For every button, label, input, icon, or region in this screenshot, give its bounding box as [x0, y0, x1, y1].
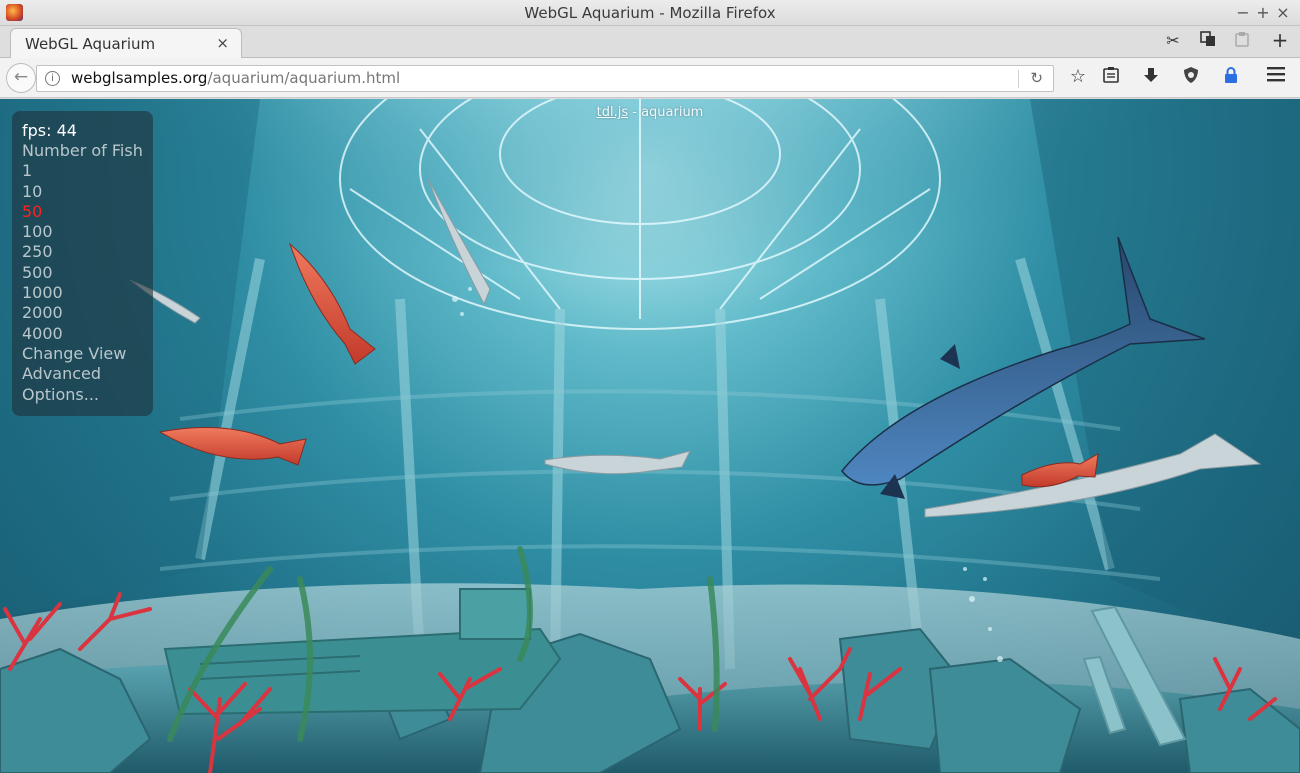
maximize-icon[interactable]: + [1254, 3, 1272, 22]
fish-option-4000[interactable]: 4000 [22, 324, 143, 344]
info-icon[interactable]: i [45, 71, 60, 86]
lock-icon[interactable] [1219, 66, 1243, 89]
fish-option-100[interactable]: 100 [22, 222, 143, 242]
reader-icon[interactable] [1099, 66, 1123, 89]
copy-icon[interactable] [1198, 31, 1218, 51]
fish-count-menu: fps: 44 Number of Fish 1 10 50 100 250 5… [12, 111, 153, 416]
minimize-icon[interactable]: − [1234, 3, 1252, 22]
fish-option-500[interactable]: 500 [22, 263, 143, 283]
clipboard-icon[interactable] [1232, 31, 1252, 51]
navigation-bar: ← i webglsamples.org/aquarium/aquarium.h… [0, 58, 1300, 98]
fish-option-50[interactable]: 50 [22, 202, 143, 222]
window-titlebar: WebGL Aquarium - Mozilla Firefox − + × [0, 0, 1300, 26]
url-separator [1018, 70, 1019, 88]
tab-strip: WebGL Aquarium × ✂ + [0, 26, 1300, 58]
url-path: /aquarium/aquarium.html [207, 69, 401, 87]
fish-option-10[interactable]: 10 [22, 182, 143, 202]
aquarium-scene [0, 99, 1300, 773]
fish-option-1[interactable]: 1 [22, 161, 143, 181]
new-tab-icon[interactable]: + [1270, 28, 1290, 52]
window-title: WebGL Aquarium - Mozilla Firefox [524, 4, 776, 22]
tab-label: WebGL Aquarium [25, 35, 156, 53]
url-domain: webglsamples.org [71, 69, 208, 87]
menu-label-number-of-fish: Number of Fish [22, 141, 143, 160]
credit-suffix: - aquarium [628, 105, 704, 120]
bookmark-star-icon[interactable]: ☆ [1066, 66, 1090, 87]
tab-webgl-aquarium[interactable]: WebGL Aquarium × [10, 28, 242, 58]
aquarium-canvas[interactable]: tdl.js - aquarium fps: 44 Number of Fish… [0, 99, 1300, 773]
credit-line: tdl.js - aquarium [0, 105, 1300, 120]
fish-option-1000[interactable]: 1000 [22, 283, 143, 303]
download-icon[interactable] [1139, 66, 1163, 89]
advanced-option[interactable]: Advanced [22, 364, 143, 384]
shield-icon[interactable] [1179, 66, 1203, 89]
fish-option-250[interactable]: 250 [22, 242, 143, 262]
back-button[interactable]: ← [6, 63, 36, 93]
back-arrow-icon: ← [13, 67, 29, 87]
hamburger-menu-icon[interactable] [1264, 66, 1288, 87]
change-view-option[interactable]: Change View [22, 344, 143, 364]
credit-link[interactable]: tdl.js [597, 105, 628, 120]
close-window-icon[interactable]: × [1274, 3, 1292, 22]
url-bar[interactable]: i webglsamples.org/aquarium/aquarium.htm… [36, 65, 1054, 92]
scissors-icon[interactable]: ✂ [1163, 31, 1183, 50]
reload-icon[interactable]: ↻ [1030, 69, 1043, 87]
options-option[interactable]: Options... [22, 385, 143, 405]
url-text[interactable]: webglsamples.org/aquarium/aquarium.html [71, 69, 400, 87]
fps-readout: fps: 44 [22, 121, 77, 140]
tab-close-icon[interactable]: × [216, 34, 229, 52]
fish-option-2000[interactable]: 2000 [22, 303, 143, 323]
right-wall [1030, 99, 1300, 659]
